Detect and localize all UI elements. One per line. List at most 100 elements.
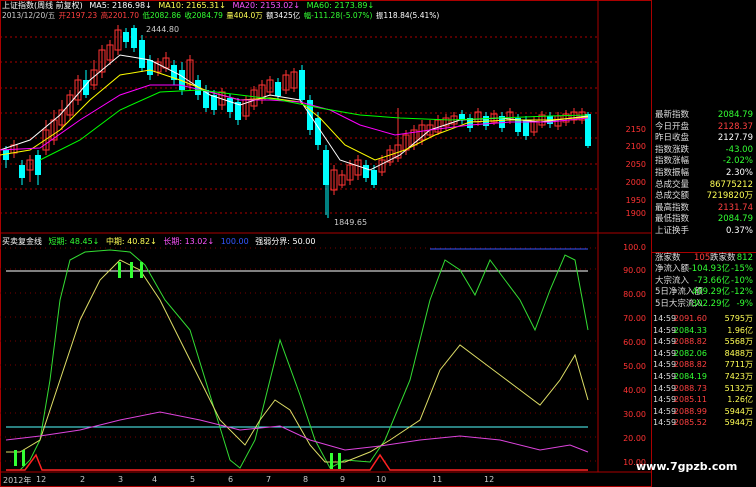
stat-label: 上证换手	[655, 226, 690, 236]
time-tick-label: 4	[152, 475, 158, 484]
stat-label: 最高指数	[655, 202, 690, 213]
indicator-tick-label: 60.00	[623, 338, 646, 347]
flow-value: -73.66亿	[694, 275, 730, 286]
candle-body-down	[363, 165, 369, 178]
flow-label: 净流入额	[655, 264, 690, 274]
flow-value: 409.29亿	[691, 287, 730, 298]
down-count-label: 跌家数	[710, 253, 736, 263]
indicator-legend: 买卖复金线 短期: 48.45↓ 中期: 40.82↓ 长期: 13.02↓ 1…	[2, 237, 319, 247]
tick-volume: 5944万	[724, 418, 753, 428]
breadth-row: 涨家数 105 跌家数 812	[652, 252, 756, 265]
watermark: www.7gpzb.com	[636, 460, 738, 473]
stat-value: 2131.74	[717, 202, 753, 213]
flow-row: 5日净流入额 409.29亿 -12%	[652, 287, 756, 299]
indicator-tick-label: 30.00	[623, 410, 646, 419]
tick-price: 2088.82	[673, 337, 707, 347]
index-title: 上证指数(周线 前复权)	[2, 1, 83, 10]
flow-pct: -12%	[731, 287, 753, 298]
stat-row: 昨日收盘 2127.79	[652, 133, 756, 145]
tick-row: 14:59 2088.82 5568万	[652, 336, 756, 348]
stat-row: 最低指数 2084.79	[652, 214, 756, 226]
tick-volume: 1.96亿	[727, 325, 753, 335]
stat-row: 最新指数 2084.79	[652, 110, 756, 122]
up-count-label: 涨家数	[655, 253, 681, 263]
stat-row: 总成交量 86775212	[652, 180, 756, 192]
candle-body-down	[585, 114, 591, 146]
tick-row: 14:59 2084.19 7423万	[652, 371, 756, 383]
flow-value: -104.93亿	[688, 264, 730, 274]
time-tick-label: 7	[266, 475, 272, 484]
indicator-mid: 中期: 40.82↓	[105, 237, 157, 246]
stat-value: 2084.79	[717, 110, 753, 120]
indicator-tick-label: 70.00	[623, 314, 646, 323]
long-term-line	[5, 411, 589, 453]
buy-signal-bar	[118, 262, 121, 278]
candle-body-down	[315, 118, 321, 145]
indicator-tick-label: 50.00	[623, 362, 646, 371]
tick-volume: 1.26亿	[727, 395, 753, 405]
time-tick-label: 11	[432, 475, 443, 484]
candle-body-down	[19, 165, 25, 178]
flow-row: 大宗流入 -73.66亿 -10%	[652, 276, 756, 288]
stat-value: 2.30%	[725, 168, 753, 178]
signal-line	[6, 453, 588, 471]
tick-price: 2085.11	[673, 395, 707, 405]
bar-swing: 振118.84(5.41%)	[375, 11, 440, 20]
bar-close: 收2084.79	[184, 11, 223, 20]
low-annotation: 1849.65	[334, 218, 368, 227]
tick-volume: 7423万	[724, 372, 753, 381]
candle-body-down	[323, 150, 329, 185]
stat-row: 今日开盘 2128.37	[652, 122, 756, 134]
stat-label: 总成交额	[655, 191, 690, 202]
quote-panel: 最新指数 2084.79 今日开盘 2128.37 昨日收盘 2127.79 指数涨跌 -43…	[652, 0, 756, 487]
indicator-short: 短期: 48.45↓	[48, 237, 100, 246]
stat-value: 2127.79	[717, 133, 753, 144]
indicator-tick-label: 90.00	[623, 266, 646, 275]
tick-price: 2084.19	[673, 372, 707, 381]
price-tick-label: 2150	[625, 125, 646, 134]
tick-price: 2088.73	[673, 383, 707, 393]
price-legend: 上证指数(周线 前复权) MA5: 2186.98↓ MA10: 2165.31…	[2, 1, 378, 11]
bar-date: 2013/12/20/五	[2, 11, 56, 20]
ma5-label: MA5: 2186.98↓	[89, 1, 152, 10]
tick-row: 14:59 2088.73 5132万	[652, 383, 756, 395]
tick-volume: 8488万	[724, 348, 753, 358]
up-count: 105	[694, 253, 711, 263]
candle-body-down	[299, 70, 305, 100]
candle-body-down	[227, 98, 233, 112]
indicator-tick-label: 80.00	[623, 290, 646, 299]
time-tick-label: 6	[228, 475, 234, 484]
stat-value: -43.00	[725, 144, 753, 155]
bar-volume: 量404.0万	[226, 11, 263, 20]
stat-label: 指数涨跌	[655, 144, 690, 155]
bar-low: 低2082.86	[142, 11, 181, 20]
tick-volume: 5132万	[724, 383, 753, 393]
time-tick-label: 8	[303, 475, 309, 484]
stat-value: 86775212	[709, 179, 753, 190]
candle-body-down	[147, 60, 153, 75]
stat-row: 指数涨跌 -43.00	[652, 145, 756, 157]
bar-info: 2013/12/20/五 开2197.23 高2201.70 低2082.86 …	[2, 11, 440, 21]
time-tick-label: 12	[36, 475, 47, 484]
tick-volume: 5795万	[724, 314, 753, 323]
down-count: 812	[736, 253, 753, 263]
flow-pct: -9%	[736, 298, 753, 309]
time-tick-label: 2012年	[3, 476, 32, 485]
time-tick-label: 3	[118, 475, 124, 484]
time-tick-label: 10	[376, 475, 387, 484]
tick-price: 2085.52	[673, 418, 707, 428]
ma20-label: MA20: 2153.02↓	[232, 1, 301, 10]
tick-price: 2084.33	[673, 325, 707, 335]
flow-value: -302.29亿	[688, 298, 730, 309]
time-tick-label: 9	[340, 475, 346, 484]
stat-label: 指数涨幅	[655, 156, 690, 167]
candle-body-down	[35, 155, 41, 175]
tick-row: 14:59 2088.99 5944万	[652, 406, 756, 418]
bar-amount: 额3425亿	[266, 11, 301, 20]
flow-label: 大宗流入	[655, 275, 690, 286]
time-tick-label: 12	[484, 475, 495, 484]
buy-signal-bar	[130, 262, 133, 278]
ma60-line	[39, 89, 589, 161]
indicator-strong: 强弱分界: 50.00	[255, 237, 316, 246]
flow-row: 5日大宗流入 -302.29亿 -9%	[652, 299, 756, 311]
